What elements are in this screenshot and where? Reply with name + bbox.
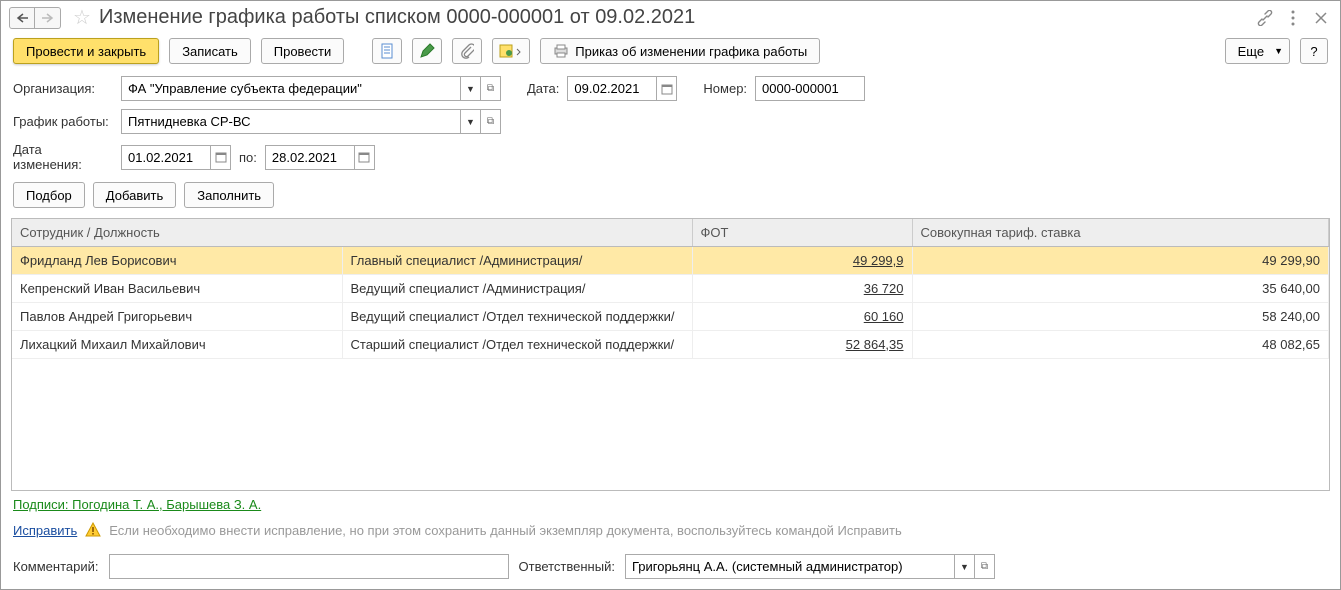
form-row-dates: Дата изменения: по: [1,138,1340,176]
number-field [755,76,865,101]
table-actions-row: Подбор Добавить Заполнить [1,176,1340,214]
responsible-input[interactable] [625,554,955,579]
date-to-label: по: [239,150,257,165]
warn-line: Исправить Если необходимо внести исправл… [13,522,1328,538]
org-open-icon[interactable]: ⧉ [481,76,501,101]
col-rate[interactable]: Совокупная тариф. ставка [912,219,1329,247]
table-row[interactable]: Фридланд Лев БорисовичГлавный специалист… [12,247,1329,275]
org-input[interactable] [121,76,461,101]
kebab-menu-icon[interactable] [1282,7,1304,29]
date-input[interactable] [567,76,657,101]
number-label: Номер: [703,81,747,96]
cell-fot[interactable]: 49 299,9 [692,247,912,275]
cell-rate: 49 299,90 [912,247,1329,275]
comment-input[interactable] [109,554,509,579]
org-label: Организация: [13,81,113,96]
favorite-star-icon[interactable]: ☆ [73,5,91,30]
number-input[interactable] [755,76,865,101]
date-to-calendar-icon[interactable] [355,145,375,170]
help-button[interactable]: ? [1300,38,1328,64]
cell-position: Старший специалист /Отдел технической по… [342,331,692,359]
employees-table: Сотрудник / Должность ФОТ Совокупная тар… [12,219,1329,359]
date-to-input[interactable] [265,145,355,170]
nav-forward-button[interactable] [35,7,61,29]
print-order-label: Приказ об изменении графика работы [575,44,807,59]
titlebar: ☆ Изменение графика работы списком 0000-… [1,1,1340,36]
post-and-close-button[interactable]: Провести и закрыть [13,38,159,64]
form-row-org: Организация: ▼ ⧉ Дата: Номер: [1,72,1340,105]
cell-employee-name: Кепренский Иван Васильевич [12,275,342,303]
responsible-open-icon[interactable]: ⧉ [975,554,995,579]
add-button[interactable]: Добавить [93,182,176,208]
more-label: Еще [1238,44,1264,59]
col-fot[interactable]: ФОТ [692,219,912,247]
col-employee[interactable]: Сотрудник / Должность [12,219,692,247]
pick-button[interactable]: Подбор [13,182,85,208]
fix-link[interactable]: Исправить [13,523,77,538]
fill-button[interactable]: Заполнить [184,182,274,208]
comment-label: Комментарий: [13,559,99,574]
footer-row-2: Комментарий: Ответственный: ▼ ⧉ [1,548,1340,589]
responsible-dropdown-icon[interactable]: ▼ [955,554,975,579]
schedule-dropdown-icon[interactable]: ▼ [461,109,481,134]
cell-rate: 48 082,65 [912,331,1329,359]
window-title: Изменение графика работы списком 0000-00… [99,6,695,29]
table-row[interactable]: Павлов Андрей ГригорьевичВедущий специал… [12,303,1329,331]
footer: Подписи: Погодина Т. А., Барышева З. А. … [1,491,1340,548]
cell-position: Ведущий специалист /Администрация/ [342,275,692,303]
date-from-field [121,145,231,170]
nav-back-button[interactable] [9,7,35,29]
schedule-open-icon[interactable]: ⧉ [481,109,501,134]
cell-fot[interactable]: 52 864,35 [692,331,912,359]
date-calendar-icon[interactable] [657,76,677,101]
date-to-field [265,145,375,170]
cell-employee-name: Фридланд Лев Борисович [12,247,342,275]
chevron-down-icon: ▼ [1274,46,1283,56]
edit-icon-button[interactable] [412,38,442,64]
responsible-label: Ответственный: [519,559,615,574]
schedule-input[interactable] [121,109,461,134]
org-field: ▼ ⧉ [121,76,501,101]
close-icon[interactable] [1310,7,1332,29]
save-button[interactable]: Записать [169,38,251,64]
employees-table-wrap: Сотрудник / Должность ФОТ Совокупная тар… [11,218,1330,491]
attach-icon-button[interactable] [452,38,482,64]
cell-employee-name: Павлов Андрей Григорьевич [12,303,342,331]
form-row-schedule: График работы: ▼ ⧉ [1,105,1340,138]
report-icon-button[interactable] [372,38,402,64]
table-header-row: Сотрудник / Должность ФОТ Совокупная тар… [12,219,1329,247]
schedule-field: ▼ ⧉ [121,109,501,134]
more-menu-button[interactable]: Еще ▼ [1225,38,1290,64]
signatures-link[interactable]: Подписи: Погодина Т. А., Барышева З. А. [13,497,261,512]
schedule-label: График работы: [13,114,113,129]
responsible-field: ▼ ⧉ [625,554,995,579]
warning-icon [85,522,101,538]
table-row[interactable]: Лихацкий Михаил МихайловичСтарший специа… [12,331,1329,359]
date-field [567,76,677,101]
fix-hint: Если необходимо внести исправление, но п… [109,523,901,538]
cell-position: Ведущий специалист /Отдел технической по… [342,303,692,331]
nav-group [9,7,61,29]
link-icon[interactable] [1254,7,1276,29]
date-from-input[interactable] [121,145,211,170]
window: ☆ Изменение графика работы списком 0000-… [0,0,1341,590]
cell-employee-name: Лихацкий Михаил Михайлович [12,331,342,359]
cell-rate: 35 640,00 [912,275,1329,303]
table-row[interactable]: Кепренский Иван ВасильевичВедущий специа… [12,275,1329,303]
date-from-calendar-icon[interactable] [211,145,231,170]
comment-field [109,554,509,579]
post-button[interactable]: Провести [261,38,345,64]
cell-fot[interactable]: 36 720 [692,275,912,303]
print-order-button[interactable]: Приказ об изменении графика работы [540,38,820,64]
cell-position: Главный специалист /Администрация/ [342,247,692,275]
toolbar: Провести и закрыть Записать Провести При… [1,36,1340,72]
more-tools-icon-button[interactable] [492,38,530,64]
cell-fot[interactable]: 60 160 [692,303,912,331]
org-dropdown-icon[interactable]: ▼ [461,76,481,101]
date-label: Дата: [527,81,559,96]
cell-rate: 58 240,00 [912,303,1329,331]
change-date-label: Дата изменения: [13,142,113,172]
